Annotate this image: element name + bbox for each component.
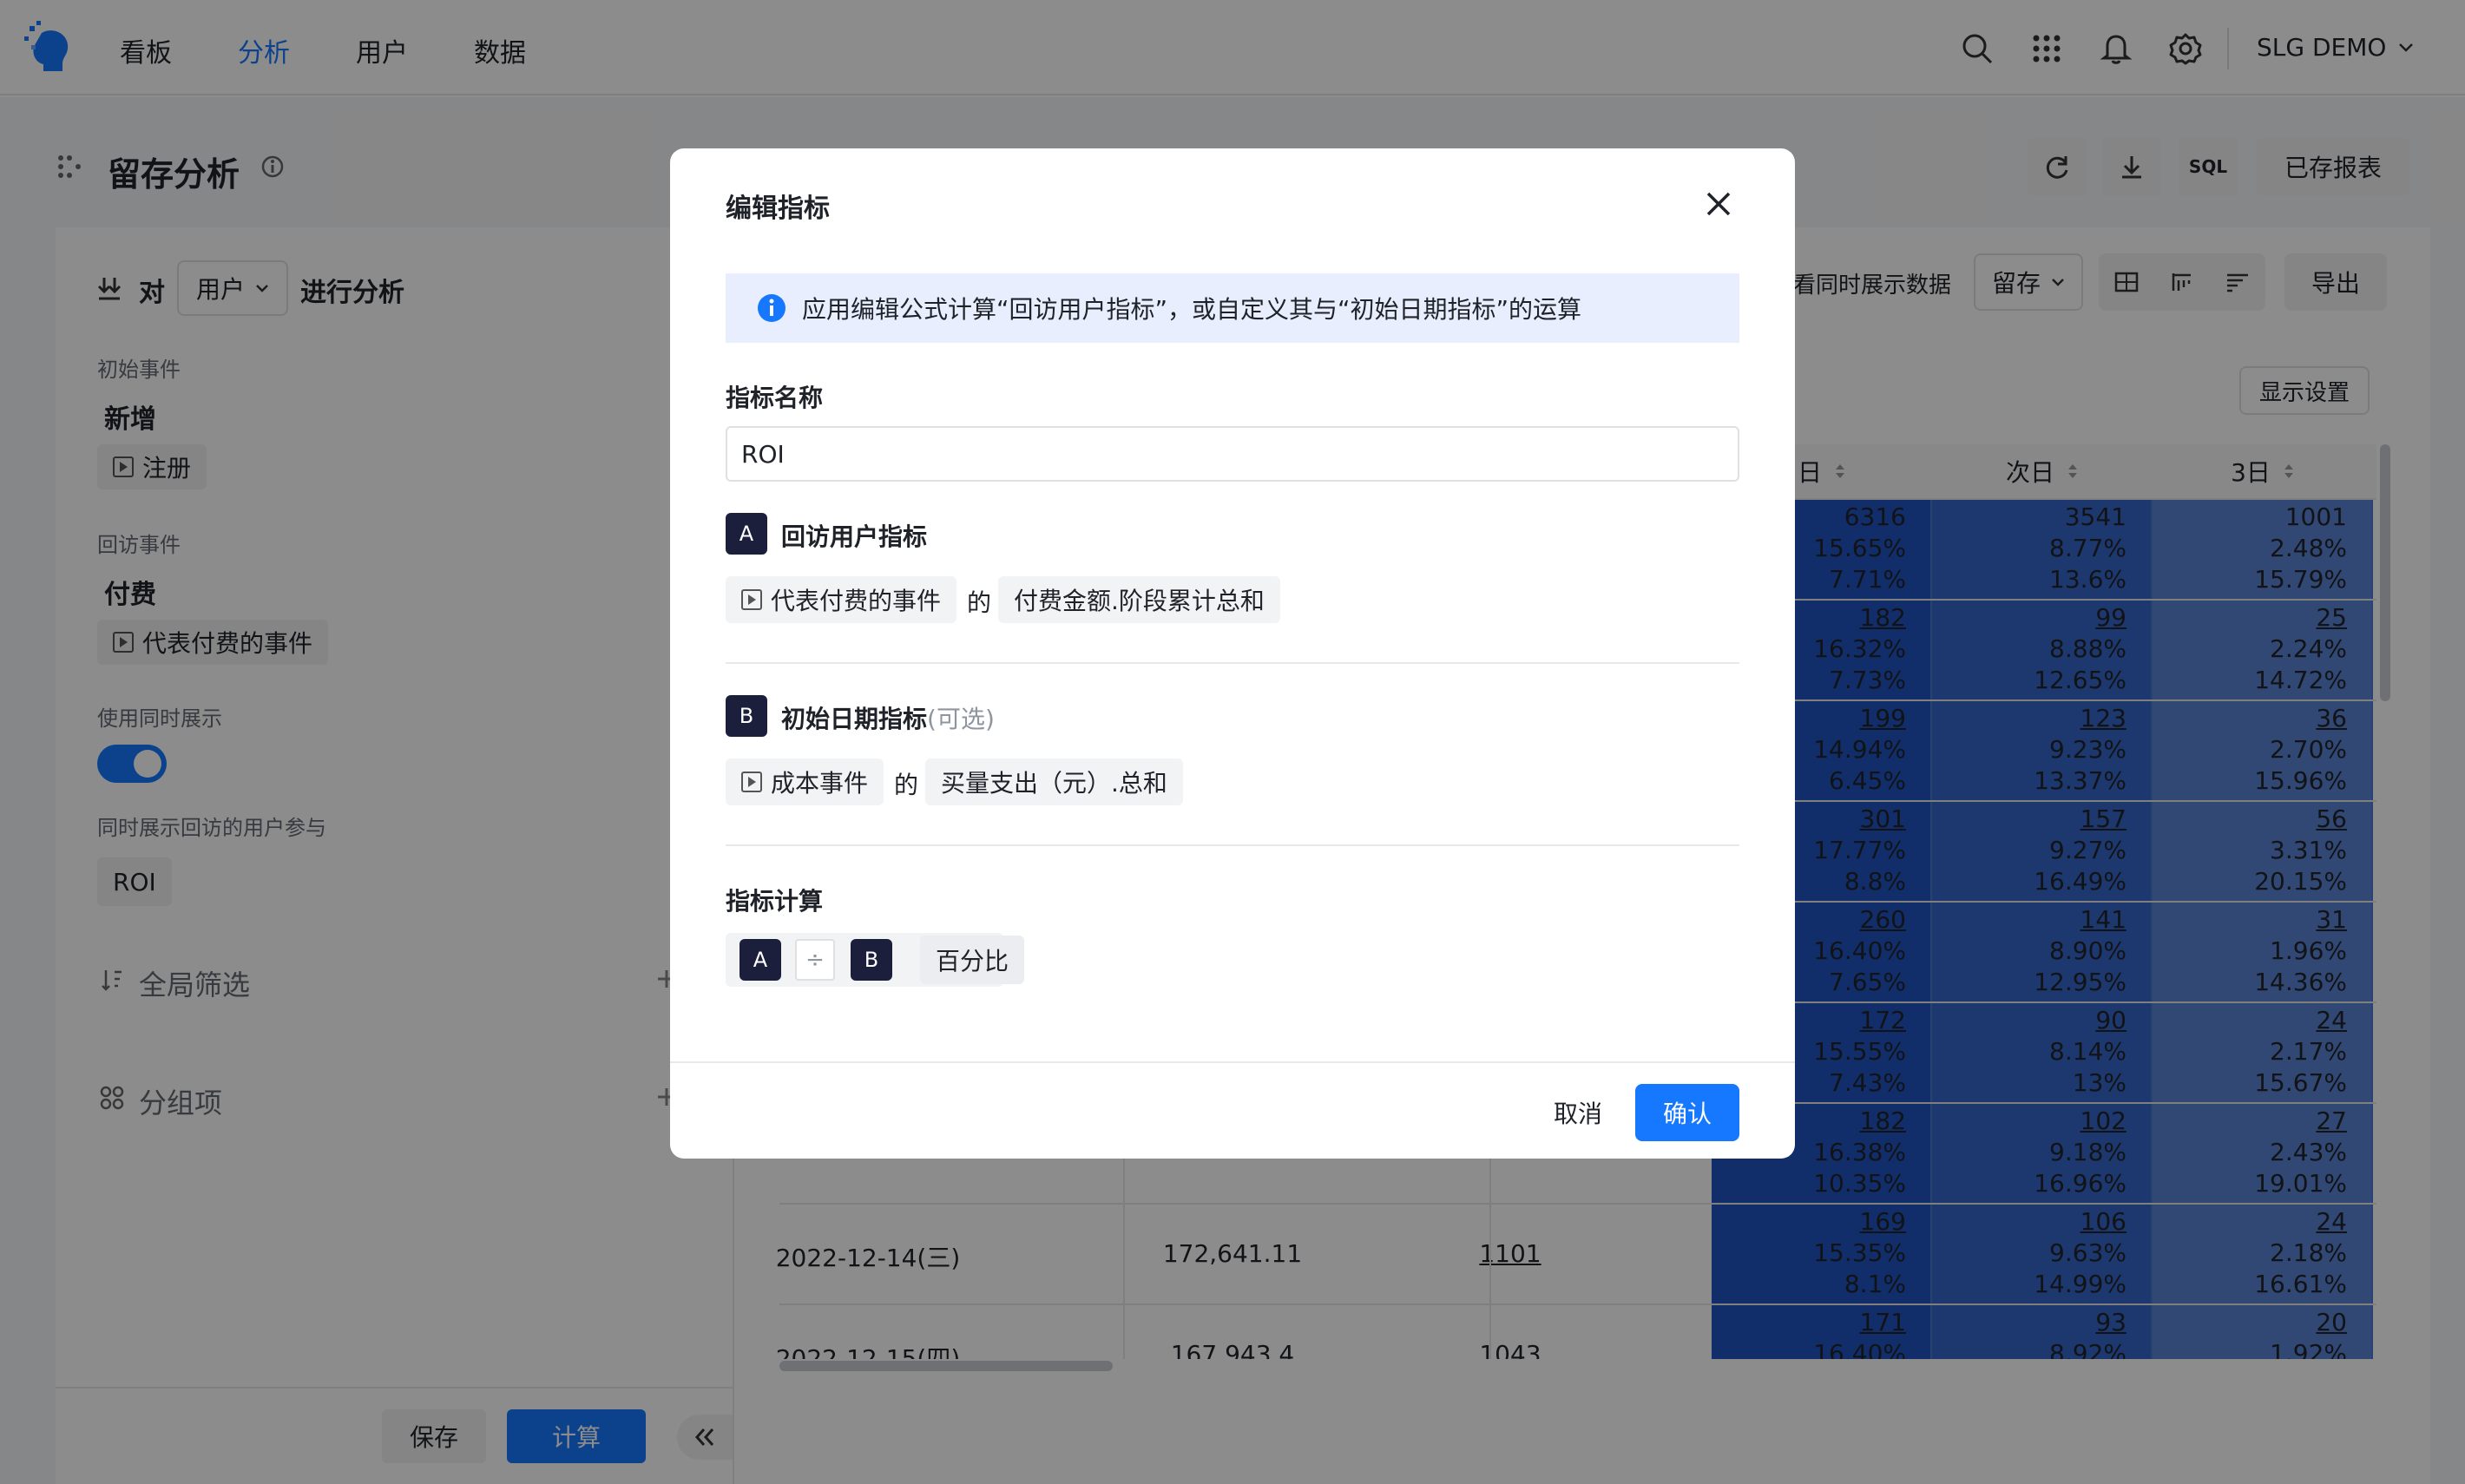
close-icon[interactable]	[1705, 190, 1732, 218]
metric-b-event-label: 成本事件	[771, 765, 868, 799]
metric-b-label: 初始日期指标	[781, 705, 927, 733]
modal-footer-divider	[670, 1061, 1795, 1063]
metric-a-badge: A	[726, 513, 767, 555]
cancel-button[interactable]: 取消	[1529, 1084, 1627, 1141]
metric-a-property-chip[interactable]: 付费金额.阶段累计总和	[998, 576, 1280, 623]
metric-b-property-chip[interactable]: 买量支出（元）.总和	[925, 758, 1183, 805]
metric-calc-label: 指标计算	[726, 883, 823, 917]
formula-a-badge[interactable]: A	[740, 939, 781, 981]
section-divider	[726, 844, 1739, 846]
formula-b-badge[interactable]: B	[851, 939, 892, 981]
metric-a-label: 回访用户指标	[781, 518, 927, 553]
metric-name-input[interactable]: ROI	[726, 426, 1739, 482]
metric-b-label-group: 初始日期指标(可选)	[781, 700, 995, 735]
metric-a-event-chip[interactable]: 代表付费的事件	[726, 576, 956, 623]
formula-operator-symbol: ÷	[805, 947, 825, 973]
event-icon	[741, 772, 762, 792]
metric-b-of-text: 的	[894, 766, 918, 801]
confirm-button[interactable]: 确认	[1635, 1084, 1739, 1141]
modal-title: 编辑指标	[726, 187, 830, 225]
edit-metric-modal: 编辑指标 应用编辑公式计算“回访用户指标”，或自定义其与“初始日期指标”的运算 …	[670, 148, 1795, 1159]
section-divider	[726, 662, 1739, 664]
metric-name-value: ROI	[741, 440, 785, 469]
metric-a-of-text: 的	[967, 584, 991, 619]
format-chip[interactable]: 百分比	[920, 936, 1024, 984]
metric-b-event-chip[interactable]: 成本事件	[726, 758, 884, 805]
info-banner-text: 应用编辑公式计算“回访用户指标”，或自定义其与“初始日期指标”的运算	[802, 291, 1581, 325]
metric-b-optional: (可选)	[927, 705, 995, 733]
metric-a-property-label: 付费金额.阶段累计总和	[1014, 582, 1265, 617]
metric-b-badge: B	[726, 695, 767, 737]
format-label: 百分比	[936, 942, 1009, 977]
info-banner: 应用编辑公式计算“回访用户指标”，或自定义其与“初始日期指标”的运算	[726, 273, 1739, 343]
event-icon	[741, 589, 762, 610]
info-icon	[757, 293, 786, 323]
metric-a-event-label: 代表付费的事件	[771, 582, 941, 617]
formula-operator[interactable]: ÷	[795, 939, 835, 981]
metric-name-label: 指标名称	[726, 379, 823, 414]
metric-b-property-label: 买量支出（元）.总和	[941, 765, 1167, 799]
